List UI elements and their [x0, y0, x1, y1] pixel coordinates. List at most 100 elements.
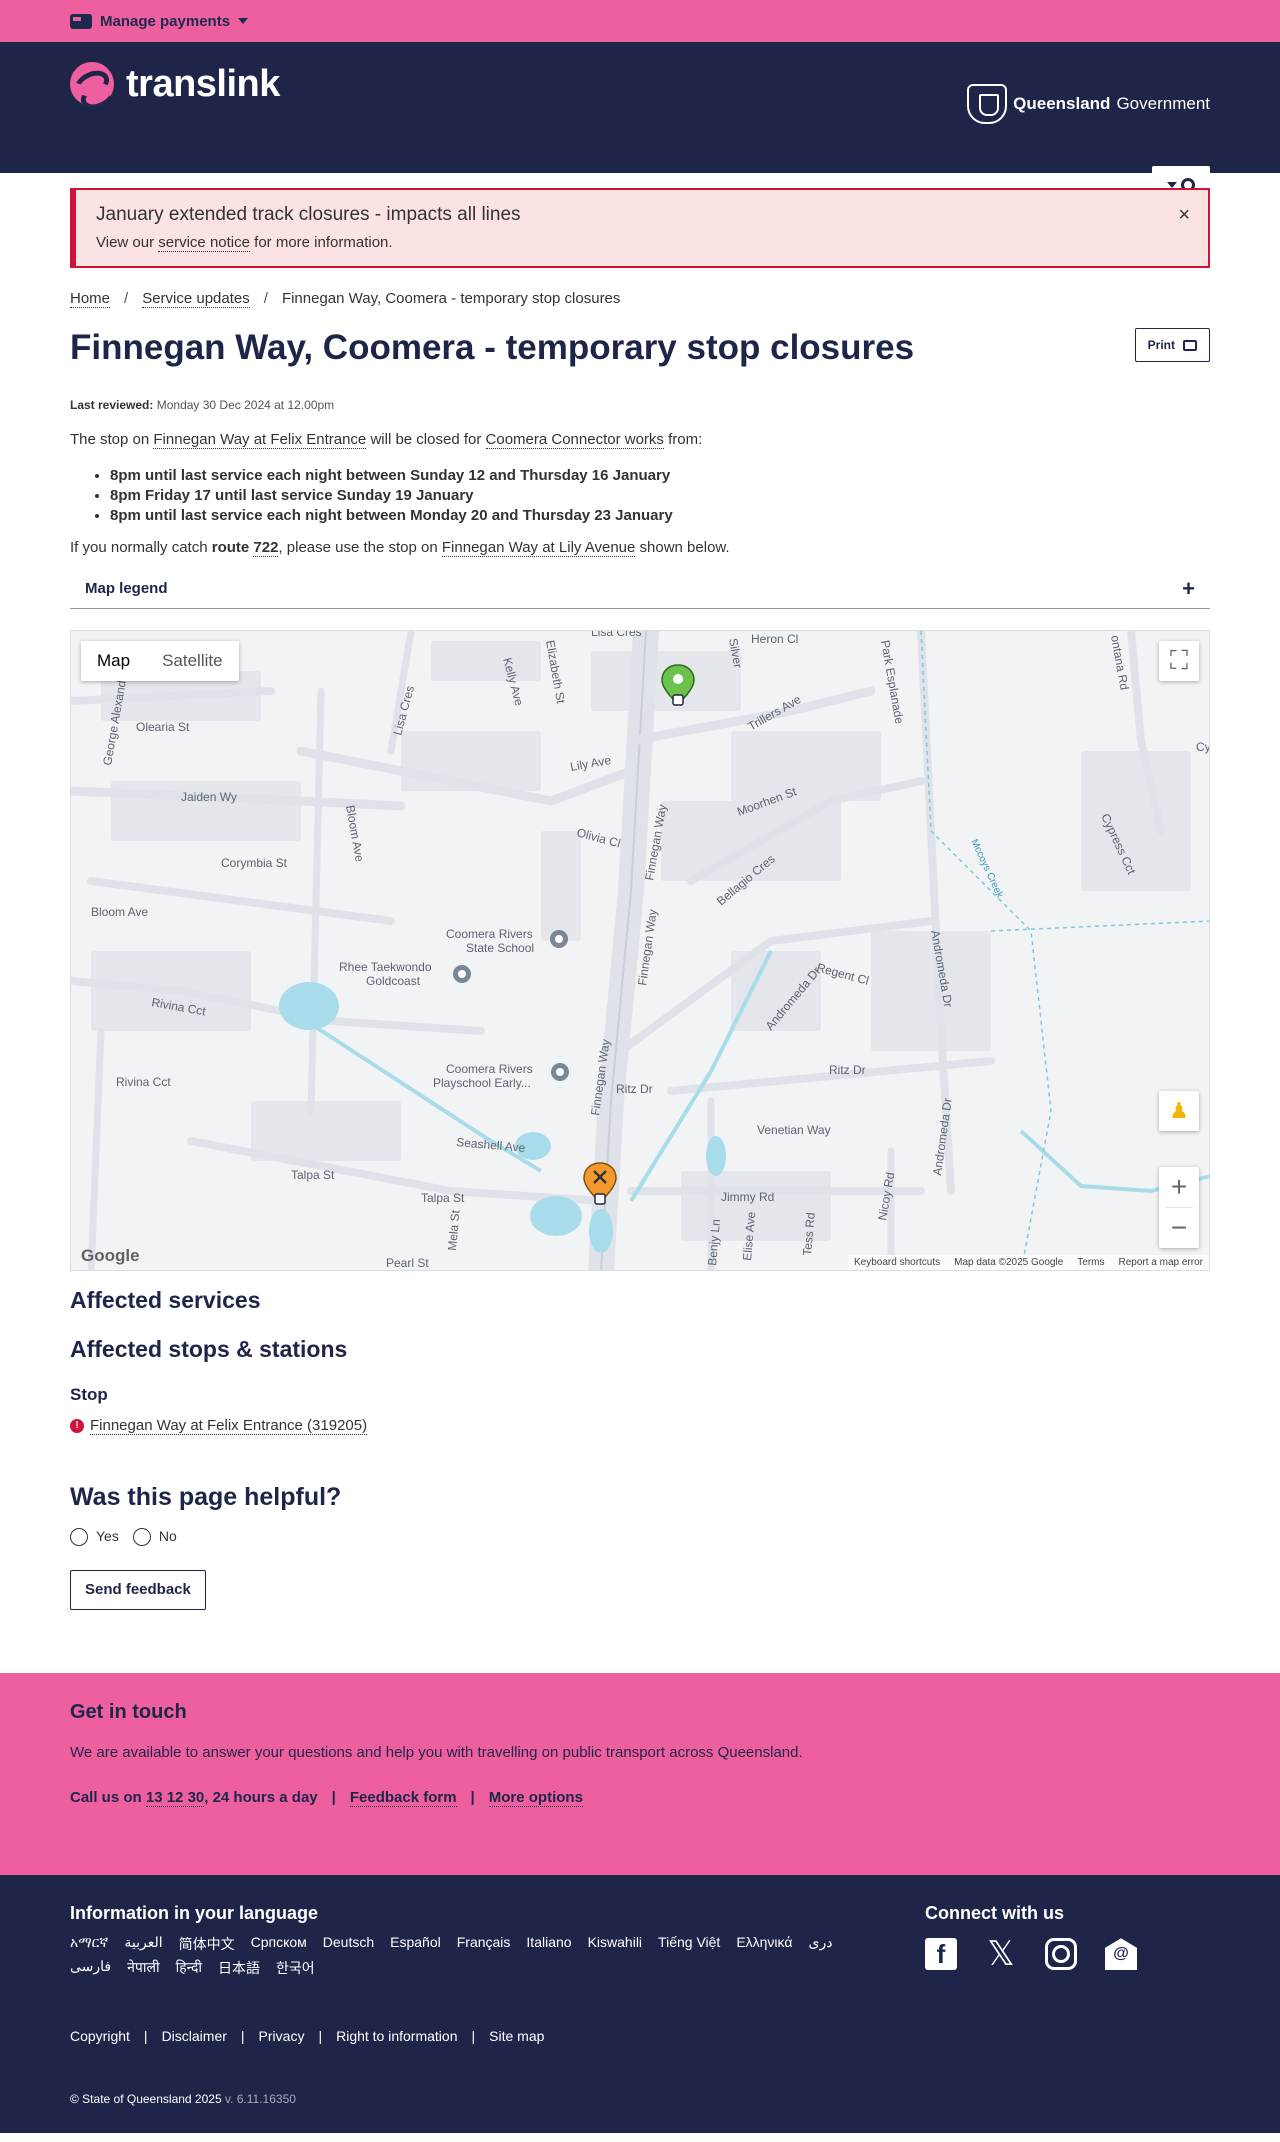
taekwondo-poi-icon[interactable] [453, 965, 471, 983]
language-link[interactable]: دری [808, 1934, 832, 1954]
qgov-rest: Government [1116, 94, 1210, 113]
fullscreen-icon[interactable]: ⛶ [1159, 641, 1199, 681]
language-link[interactable]: Српском [251, 1934, 307, 1954]
zoom-out-icon[interactable]: − [1159, 1208, 1199, 1248]
map-data-text: Map data ©2025 Google [954, 1257, 1064, 1268]
text: shown below. [639, 538, 730, 556]
manage-payments-menu[interactable]: Manage payments [70, 13, 249, 30]
chevron-down-icon [565, 179, 576, 186]
breadcrumb-home[interactable]: Home [70, 290, 111, 308]
printer-icon [1183, 339, 1197, 351]
chevron-down-icon [883, 179, 894, 186]
phone-link[interactable]: 13 12 30 [145, 1789, 205, 1808]
language-link[interactable]: 한국어 [276, 1958, 315, 1978]
language-link[interactable]: Ελληνικά [736, 1934, 792, 1954]
instagram-icon[interactable] [1045, 1938, 1077, 1971]
reviewed-label: Last reviewed: [70, 398, 154, 412]
breadcrumb-service-updates[interactable]: Service updates [142, 290, 250, 308]
coomera-connector-link[interactable]: Coomera Connector works [485, 431, 664, 449]
playschool-poi-icon[interactable] [551, 1063, 569, 1081]
privacy-link[interactable]: Privacy [259, 2028, 305, 2044]
language-link[interactable]: 日本語 [218, 1958, 260, 1978]
language-link[interactable]: Français [457, 1934, 511, 1954]
no-label: No [158, 1528, 177, 1544]
text: If you normally catch [70, 538, 208, 556]
language-link[interactable]: 简体中文 [179, 1934, 235, 1954]
chevron-down-icon [425, 179, 436, 186]
copyright-link[interactable]: Copyright [70, 2028, 130, 2044]
disclaimer-link[interactable]: Disclaimer [162, 2028, 227, 2044]
breadcrumb-current: Finnegan Way, Coomera - temporary stop c… [281, 290, 621, 307]
language-link[interactable]: Italiano [526, 1934, 571, 1954]
map-view[interactable]: Lisa Cres Heron Cl Elizabeth St Kelly Av… [70, 630, 1210, 1271]
school-poi-icon[interactable] [550, 930, 568, 948]
more-options-link[interactable]: More options [488, 1789, 583, 1808]
version-label: v. 6.11.16350 [224, 2092, 296, 2107]
text: will be closed for [370, 431, 482, 448]
right-to-information-link[interactable]: Right to information [336, 2028, 457, 2044]
alert-body: View our service notice for more informa… [96, 234, 1188, 252]
keyboard-shortcuts-link[interactable]: Keyboard shortcuts [854, 1257, 940, 1268]
print-button[interactable]: Print [1134, 328, 1210, 362]
chevron-down-icon [728, 179, 739, 186]
pegman-icon[interactable]: ♟ [1159, 1091, 1199, 1131]
affected-stop-item: ! Finnegan Way at Felix Entrance (319205… [70, 1417, 1210, 1435]
feedback-form-link[interactable]: Feedback form [349, 1789, 457, 1808]
language-link[interactable]: فارسی [70, 1958, 111, 1978]
map-canvas[interactable]: Lisa Cres Heron Cl Elizabeth St Kelly Av… [71, 631, 1210, 1271]
lily-avenue-link[interactable]: Finnegan Way at Lily Avenue [441, 538, 636, 557]
queensland-government-logo[interactable]: Queensland Government [967, 84, 1210, 124]
send-feedback-button[interactable]: Send feedback [70, 1570, 206, 1611]
email-icon[interactable]: @ [1105, 1938, 1137, 1971]
translink-logo-icon [70, 62, 114, 106]
language-link[interactable]: नेपाली [127, 1958, 159, 1978]
map-label: Ritz Dr [616, 1082, 653, 1096]
affected-stop-link[interactable]: Finnegan Way at Felix Entrance (319205) [90, 1417, 368, 1435]
no-option[interactable]: No [132, 1528, 177, 1547]
close-icon[interactable]: × [1178, 204, 1190, 227]
route-word: route [211, 538, 250, 556]
language-link[interactable]: Deutsch [323, 1934, 374, 1954]
language-link[interactable]: አማርኛ [70, 1934, 108, 1954]
text: , 24 hours a day [204, 1789, 318, 1807]
google-logo: Google [81, 1246, 140, 1265]
site-map-link[interactable]: Site map [489, 2028, 544, 2044]
language-link[interactable]: Kiswahili [588, 1934, 642, 1954]
route-722-link[interactable]: 722 [253, 538, 279, 557]
list-item: 8pm until last service each night betwee… [110, 507, 1210, 524]
alert-banner: January extended track closures - impact… [70, 188, 1210, 268]
x-icon[interactable]: 𝕏 [985, 1935, 1017, 1973]
yes-option[interactable]: Yes [70, 1528, 119, 1547]
language-link[interactable]: हिन्दी [176, 1958, 202, 1978]
map-tab-satellite[interactable]: Satellite [146, 641, 238, 681]
yes-radio[interactable] [70, 1528, 88, 1547]
service-notice-link[interactable]: service notice [158, 234, 250, 252]
felix-entrance-link[interactable]: Finnegan Way at Felix Entrance [153, 431, 367, 449]
language-link[interactable]: Tiếng Việt [658, 1934, 720, 1954]
closure-intro: The stop on Finnegan Way at Felix Entran… [70, 430, 1210, 450]
terms-link[interactable]: Terms [1077, 1257, 1104, 1268]
closure-times: 8pm until last service each night betwee… [110, 467, 1210, 524]
separator: | [143, 2028, 148, 2045]
separator: | [240, 2028, 245, 2045]
site-footer: Information in your language አማርኛ العربي… [0, 1875, 1280, 2134]
chevron-down-icon [238, 18, 249, 24]
map-label: Cy [1196, 740, 1210, 754]
translink-logo[interactable]: translink [70, 62, 280, 106]
affected-stops-heading: Affected stops & stations [70, 1336, 348, 1362]
print-label: Print [1147, 338, 1175, 352]
separator: | [471, 2028, 476, 2045]
separator: | [470, 1789, 475, 1807]
zoom-in-icon[interactable]: + [1159, 1167, 1199, 1207]
facebook-icon[interactable]: f [925, 1938, 957, 1971]
no-radio[interactable] [132, 1528, 151, 1547]
connect-heading: Connect with us [925, 1903, 1064, 1924]
report-error-link[interactable]: Report a map error [1119, 1257, 1203, 1268]
language-link[interactable]: Español [390, 1934, 441, 1954]
map-label: Ritz Dr [829, 1063, 866, 1077]
map-tab-map[interactable]: Map [81, 641, 146, 681]
language-link[interactable]: العربية [124, 1934, 162, 1954]
map-legend-toggle[interactable]: Map legend + [70, 569, 1210, 609]
connect-section: Connect with us f 𝕏 @ [925, 1903, 1137, 1973]
text: Call us on [70, 1789, 142, 1807]
